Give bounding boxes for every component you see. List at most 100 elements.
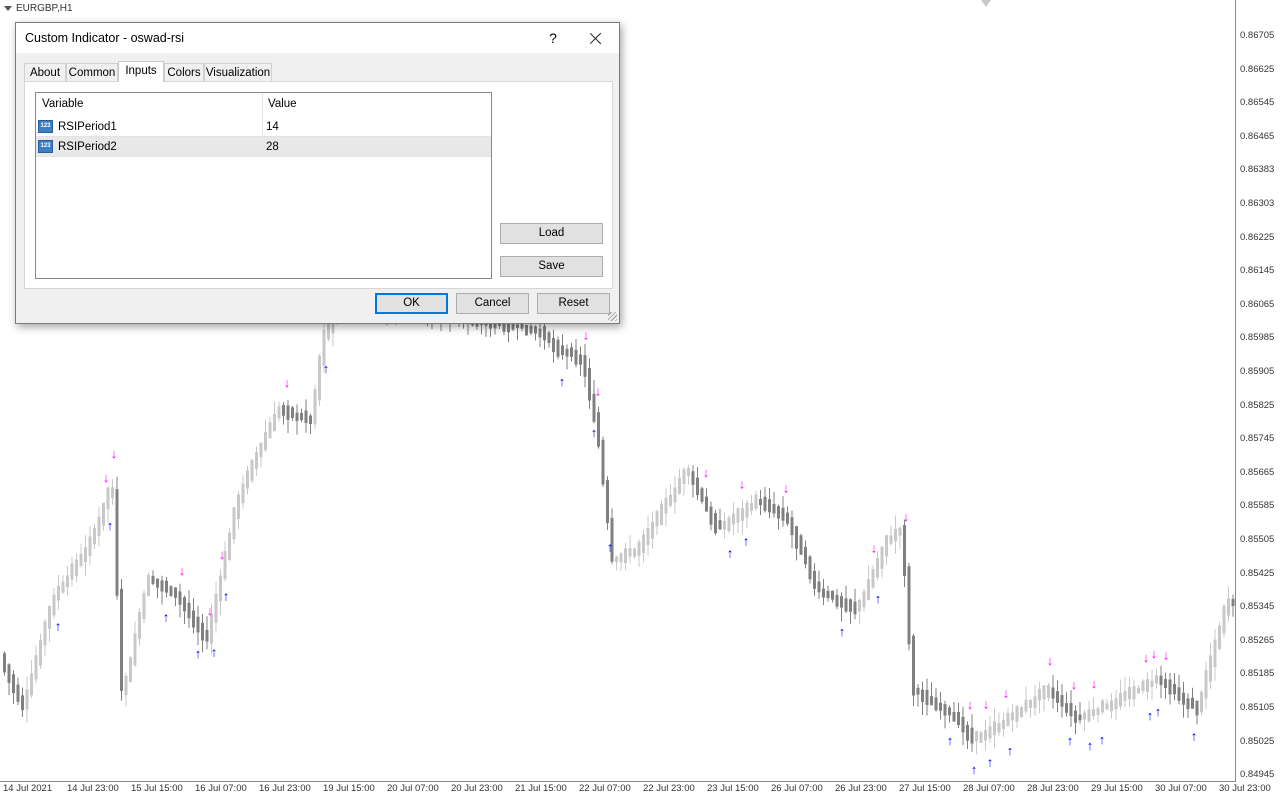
- candle-body: [921, 689, 924, 702]
- price-label: 0.85185: [1240, 668, 1275, 680]
- cancel-button[interactable]: Cancel: [456, 293, 529, 314]
- candle-body: [1074, 710, 1077, 723]
- candle-body: [561, 345, 564, 355]
- grid-header-variable[interactable]: Variable: [42, 93, 83, 115]
- tab-inputs[interactable]: Inputs: [118, 61, 164, 82]
- buy-arrow-icon: ↑: [1067, 733, 1074, 748]
- candle-body: [817, 581, 821, 593]
- candle-body: [867, 579, 870, 601]
- time-label: 26 Jul 23:00: [835, 783, 887, 794]
- inputs-panel: Variable Value 123 RSIPeriod1 14 123 RSI…: [24, 81, 613, 289]
- variable-value[interactable]: 14: [266, 117, 279, 137]
- price-label: 0.86465: [1240, 130, 1275, 142]
- price-label: 0.84945: [1240, 769, 1275, 781]
- symbol-text: EURGBP,H1: [16, 3, 73, 14]
- candle-body: [1137, 687, 1140, 694]
- candle-body: [696, 477, 699, 496]
- sell-arrow-icon: ↓: [207, 603, 214, 618]
- buy-arrow-icon: ↑: [743, 534, 750, 549]
- candle-body: [583, 355, 587, 377]
- grid-header-value[interactable]: Value: [268, 93, 297, 115]
- variable-value[interactable]: 28: [266, 137, 279, 157]
- candle-body: [723, 520, 726, 530]
- dialog-title-bar[interactable]: Custom Indicator - oswad-rsi ?: [16, 23, 619, 53]
- dropdown-triangle-icon[interactable]: [4, 5, 12, 11]
- candle-body: [111, 487, 114, 499]
- candle-body: [327, 322, 330, 340]
- tab-about[interactable]: About: [24, 63, 66, 81]
- candle-body: [21, 695, 24, 711]
- candle-body: [822, 588, 825, 598]
- time-label: 22 Jul 23:00: [643, 783, 695, 794]
- candle-body: [907, 566, 911, 645]
- price-label: 0.86065: [1240, 298, 1275, 310]
- close-icon[interactable]: [581, 26, 611, 50]
- time-label: 21 Jul 15:00: [515, 783, 567, 794]
- candle-body: [97, 516, 101, 536]
- candle-body: [183, 597, 186, 612]
- price-label: 0.85505: [1240, 534, 1275, 545]
- price-label: 0.85825: [1240, 399, 1275, 411]
- dialog-title: Custom Indicator - oswad-rsi: [25, 31, 185, 45]
- candle-body: [1065, 703, 1068, 713]
- tab-visualization[interactable]: Visualization: [204, 63, 272, 81]
- candle-body: [264, 432, 267, 451]
- candle-body: [133, 633, 137, 666]
- save-button[interactable]: Save: [500, 256, 603, 277]
- candle-body: [178, 591, 182, 605]
- sell-arrow-icon: ↓: [1003, 685, 1010, 700]
- candle-body: [165, 580, 168, 593]
- sell-arrow-icon: ↓: [1047, 653, 1054, 668]
- load-button[interactable]: Load: [500, 223, 603, 244]
- candle-body: [790, 517, 794, 536]
- candle-body: [70, 563, 74, 580]
- resize-grip-icon[interactable]: [608, 312, 617, 321]
- candle-body: [637, 541, 641, 556]
- candle-body: [727, 517, 731, 531]
- candle-body: [579, 354, 582, 365]
- chart-shift-marker-icon[interactable]: [981, 0, 991, 7]
- candle-body: [1038, 688, 1041, 701]
- reset-button[interactable]: Reset: [537, 293, 610, 314]
- sell-arrow-icon: ↓: [1143, 650, 1150, 665]
- ok-button[interactable]: OK: [375, 293, 448, 314]
- candle-body: [1209, 655, 1212, 682]
- candle-body: [1047, 685, 1050, 698]
- candle-body: [129, 657, 132, 683]
- candle-body: [606, 480, 609, 524]
- candle-body: [736, 508, 740, 523]
- table-row[interactable]: 123 RSIPeriod2 28: [36, 137, 491, 157]
- candle-body: [115, 489, 119, 596]
- candle-body: [169, 586, 173, 596]
- candle-body: [642, 534, 645, 554]
- candle-body: [1173, 683, 1176, 695]
- buy-arrow-icon: ↑: [607, 540, 614, 555]
- candle-body: [201, 622, 204, 641]
- buy-arrow-icon: ↑: [971, 762, 978, 777]
- candle-body: [205, 629, 209, 642]
- candle-body: [574, 349, 578, 365]
- candle-body: [705, 496, 708, 512]
- candle-body: [543, 326, 546, 341]
- candle-body: [196, 616, 200, 633]
- candle-body: [1015, 706, 1019, 722]
- help-button[interactable]: ?: [544, 28, 562, 48]
- candle-body: [880, 546, 884, 569]
- price-label: 0.86705: [1240, 30, 1275, 41]
- tab-common[interactable]: Common: [66, 63, 118, 81]
- candle-body: [916, 687, 920, 695]
- candle-body: [957, 712, 960, 726]
- table-row[interactable]: 123 RSIPeriod1 14: [36, 117, 491, 137]
- candle-body: [988, 726, 992, 739]
- sell-arrow-icon: ↓: [871, 540, 878, 555]
- candle-body: [633, 548, 636, 557]
- candle-body: [1218, 625, 1221, 649]
- inputs-grid[interactable]: Variable Value 123 RSIPeriod1 14 123 RSI…: [35, 92, 492, 279]
- tab-colors[interactable]: Colors: [164, 63, 204, 81]
- time-label: 19 Jul 15:00: [323, 783, 375, 794]
- candle-body: [835, 595, 839, 607]
- buy-arrow-icon: ↑: [55, 619, 62, 634]
- candle-body: [732, 513, 735, 525]
- buy-arrow-icon: ↑: [1147, 708, 1154, 723]
- candle-body: [268, 422, 272, 439]
